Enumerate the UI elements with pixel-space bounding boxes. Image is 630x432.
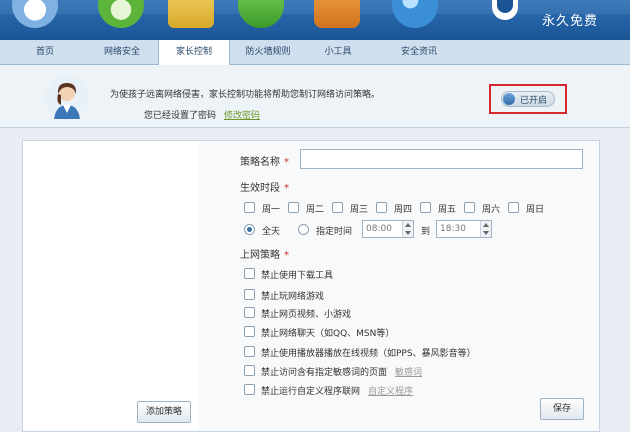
day-label-sun: 周日 xyxy=(526,205,545,215)
day-checkbox-sat[interactable] xyxy=(464,202,475,213)
policy-section-label-text: 上网策略 xyxy=(240,250,280,261)
day-label-wed: 周三 xyxy=(350,205,369,215)
tab-firewall-rules[interactable]: 防火墙规则 xyxy=(236,40,300,64)
policy-checkbox-download[interactable] xyxy=(244,268,255,279)
policy-label-chat: 禁止网络聊天（如QQ、MSN等） xyxy=(261,329,395,339)
policy-label-download: 禁止使用下载工具 xyxy=(261,271,334,281)
start-time-spinner[interactable] xyxy=(402,221,413,237)
parental-control-lock-icon[interactable] xyxy=(168,0,214,28)
tab-home[interactable]: 首页 xyxy=(20,40,70,64)
all-day-label: 全天 xyxy=(262,227,281,237)
notice-text: 为使孩子远离网络侵害，家长控制功能将帮助您制订网络访问策略。 xyxy=(110,90,381,100)
policy-checkbox-games[interactable] xyxy=(244,289,255,300)
save-button[interactable]: 保存 xyxy=(540,398,584,420)
toggle-highlight-box: 已开启 xyxy=(489,84,567,114)
security-news-globe-icon[interactable] xyxy=(392,0,438,28)
end-time-spinner[interactable] xyxy=(480,221,491,237)
policy-row-sensitive-words: 禁止访问含有指定敏感词的页面 敏感词 xyxy=(261,365,422,378)
day-checkbox-wed[interactable] xyxy=(332,202,343,213)
brand-shield-icon xyxy=(492,0,518,20)
sensitive-words-link[interactable]: 敏感词 xyxy=(395,368,422,378)
app-header: 永久免费 xyxy=(0,0,630,40)
day-checkbox-tue[interactable] xyxy=(288,202,299,213)
tab-tools[interactable]: 小工具 xyxy=(308,40,368,64)
firewall-shield-icon[interactable] xyxy=(238,0,284,28)
policy-label-web-video: 禁止网页视频、小游戏 xyxy=(261,310,352,320)
brand-slogan: 永久免费 xyxy=(542,14,599,29)
specified-time-radio[interactable] xyxy=(298,224,309,235)
day-label-sat: 周六 xyxy=(482,205,501,215)
custom-program-link[interactable]: 自定义程序 xyxy=(368,387,413,397)
tab-network-security[interactable]: 网络安全 xyxy=(92,40,152,64)
required-mark: * xyxy=(284,250,289,261)
policy-row-custom-program: 禁止运行自定义程序联网 自定义程序 xyxy=(261,384,413,397)
required-mark: * xyxy=(284,183,289,194)
specified-time-label: 指定时间 xyxy=(316,227,353,237)
brand-area: 永久免费 xyxy=(490,0,630,40)
tab-security-news[interactable]: 安全资讯 xyxy=(384,40,454,64)
policy-section-label: 上网策略 * xyxy=(240,246,289,261)
day-label-thu: 周四 xyxy=(394,205,413,215)
policy-label-online-video: 禁止使用播放器播放在线视频（如PPS、暴风影音等） xyxy=(261,349,476,359)
day-checkbox-fri[interactable] xyxy=(420,202,431,213)
policy-checkbox-custom-program[interactable] xyxy=(244,384,255,395)
tab-parental-control[interactable]: 家长控制 xyxy=(158,40,230,65)
home-icon[interactable] xyxy=(12,0,58,28)
day-label-tue: 周二 xyxy=(306,205,325,215)
policy-checkbox-chat[interactable] xyxy=(244,326,255,337)
policy-checkbox-web-video[interactable] xyxy=(244,307,255,318)
parental-control-toggle[interactable]: 已开启 xyxy=(501,91,555,107)
to-label: 到 xyxy=(421,227,431,237)
required-mark: * xyxy=(284,157,289,168)
parent-avatar-icon xyxy=(45,76,89,120)
start-time-input[interactable]: 08:00 xyxy=(362,220,414,238)
policy-checkbox-online-video[interactable] xyxy=(244,346,255,357)
period-label-text: 生效时段 xyxy=(240,183,280,194)
password-set-text: 您已经设置了密码 xyxy=(144,111,217,121)
policy-label-custom-program: 禁止运行自定义程序联网 xyxy=(261,387,361,397)
policy-name-input[interactable] xyxy=(300,149,583,169)
tools-gear-icon[interactable] xyxy=(314,0,360,28)
day-checkbox-sun[interactable] xyxy=(508,202,519,213)
toggle-label: 已开启 xyxy=(520,96,548,106)
policy-list-panel xyxy=(22,140,201,432)
day-checkbox-thu[interactable] xyxy=(376,202,387,213)
day-label-fri: 周五 xyxy=(438,205,457,215)
policy-name-label-text: 策略名称 xyxy=(240,157,280,168)
policy-checkbox-sensitive-words[interactable] xyxy=(244,365,255,376)
change-password-link[interactable]: 修改密码 xyxy=(224,111,260,121)
add-policy-button[interactable]: 添加策略 xyxy=(137,401,191,423)
end-time-input[interactable]: 18:30 xyxy=(436,220,492,238)
policy-name-label: 策略名称 * xyxy=(240,153,289,168)
main-nav: 首页 网络安全 家长控制 防火墙规则 小工具 安全资讯 xyxy=(0,40,630,65)
period-label: 生效时段 * xyxy=(240,179,289,194)
day-label-mon: 周一 xyxy=(262,205,281,215)
toggle-knob xyxy=(503,93,515,105)
policy-label-games: 禁止玩网络游戏 xyxy=(261,292,325,302)
policy-label-sensitive-words: 禁止访问含有指定敏感词的页面 xyxy=(261,368,388,378)
all-day-radio[interactable] xyxy=(244,224,255,235)
password-line: 您已经设置了密码 修改密码 xyxy=(144,108,260,121)
network-security-icon[interactable] xyxy=(98,0,144,28)
end-time-value: 18:30 xyxy=(440,224,466,234)
day-checkbox-mon[interactable] xyxy=(244,202,255,213)
start-time-value: 08:00 xyxy=(366,224,392,234)
